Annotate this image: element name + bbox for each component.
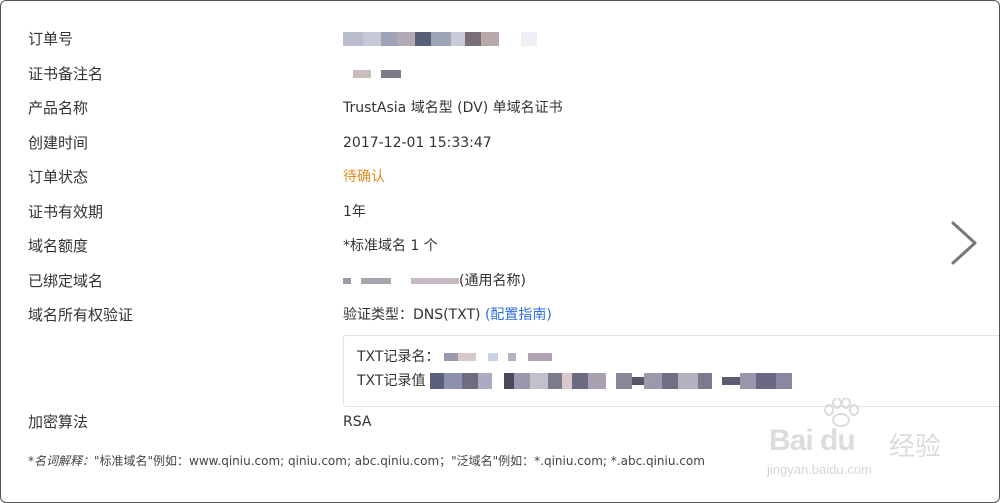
- validity-value: 1年: [343, 204, 366, 220]
- cert-note-value-redacted: [343, 64, 401, 84]
- watermark-url: jingyan.baidu.com: [767, 462, 872, 477]
- quota-label: 域名额度: [28, 237, 89, 255]
- txt-name-row: TXT记录名：: [357, 348, 552, 366]
- bound-domain-suffix: (通用名称): [459, 273, 526, 289]
- txt-value-row: TXT记录值: [357, 372, 792, 390]
- product-label: 产品名称: [28, 99, 89, 117]
- cert-note-label: 证书备注名: [28, 65, 104, 83]
- config-guide-link[interactable]: (配置指南): [485, 307, 552, 323]
- validity-label: 证书有效期: [28, 203, 104, 221]
- footnote: *名词解释："标准域名"例如：www.qiniu.com; qiniu.com;…: [28, 452, 705, 470]
- order-no-value-redacted: [343, 29, 537, 49]
- bound-domain-value: (通用名称): [343, 271, 526, 291]
- order-no-label: 订单号: [28, 30, 74, 48]
- bound-domain-label: 已绑定域名: [28, 272, 104, 290]
- created-value: 2017-12-01 15:33:47: [343, 135, 492, 151]
- footnote-prefix: *名词解释：: [28, 454, 95, 468]
- ownership-label: 域名所有权验证: [28, 306, 134, 324]
- txt-name-label: TXT记录名：: [357, 349, 440, 365]
- created-label: 创建时间: [28, 134, 89, 152]
- txt-value-label: TXT记录值: [357, 373, 426, 389]
- watermark-brand: Bai du: [769, 424, 856, 457]
- ownership-value: 验证类型：DNS(TXT) (配置指南): [343, 305, 552, 325]
- footnote-body: "标准域名"例如：www.qiniu.com; qiniu.com; abc.q…: [94, 454, 705, 468]
- algorithm-value: RSA: [343, 414, 372, 430]
- watermark-cn: 经验: [889, 432, 942, 462]
- chevron-right-icon[interactable]: [945, 219, 981, 267]
- quota-value: *标准域名 1 个: [343, 238, 438, 254]
- order-detail-panel: 订单号 证书备注名 产品名称 创建时间 订单状态 证书有效期 域名额度 已绑定域…: [0, 0, 1000, 503]
- verify-type-text: 验证类型：DNS(TXT): [343, 307, 481, 323]
- product-value: TrustAsia 域名型 (DV) 单域名证书: [343, 100, 563, 116]
- algorithm-label: 加密算法: [28, 413, 89, 431]
- baidu-jingyan-watermark: Bai du 经验 jingyan.baidu.com: [761, 396, 961, 486]
- status-label: 订单状态: [28, 168, 89, 186]
- status-value: 待确认: [343, 169, 385, 185]
